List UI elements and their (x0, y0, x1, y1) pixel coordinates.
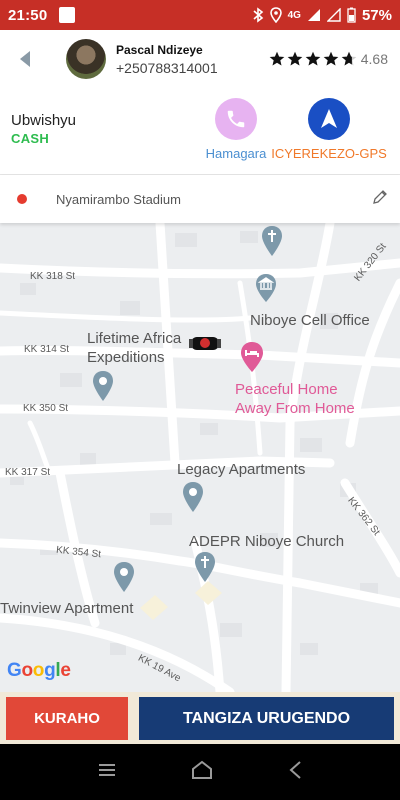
rating-stars (269, 51, 357, 67)
place-label-adepr-church: ADEPR Niboye Church (189, 533, 345, 550)
place-label-line: Lifetime Africa (87, 330, 182, 347)
place-label-niboye-cell: Niboye Cell Office (250, 312, 370, 329)
edit-destination-button[interactable] (372, 189, 388, 210)
driver-phone: +250788314001 (116, 59, 218, 76)
map-view[interactable]: KK 318 St KK 314 St KK 350 St KK 317 St … (0, 223, 400, 692)
back-nav-button[interactable] (288, 760, 302, 785)
back-chevron-icon (289, 760, 301, 779)
street-label: KK 314 St (24, 344, 70, 355)
star-icon (287, 51, 303, 66)
place-label-lifetime-africa: Lifetime Africa Expeditions (87, 329, 181, 367)
gps-navigation-button[interactable]: ICYEREKEZO-GPS (270, 98, 388, 161)
call-label: Hamagara (205, 146, 267, 161)
wifi-signal-icon (326, 8, 341, 22)
star-icon (341, 51, 357, 66)
star-icon (269, 51, 285, 66)
navigation-arrow-icon (321, 109, 337, 128)
status-icons: 4G 57% (252, 7, 392, 24)
driver-avatar (66, 39, 106, 79)
call-button[interactable]: Hamagara (204, 98, 268, 161)
driver-rating: 4.68 (269, 51, 388, 67)
home-icon (191, 760, 212, 779)
destination-marker-icon (17, 194, 27, 204)
trip-screen: 21:50 4G 57% Pascal Ndizeye +25078831400… (0, 0, 400, 800)
destination-row[interactable]: Nyamirambo Stadium (0, 175, 400, 223)
status-bar: 21:50 4G 57% (0, 0, 400, 30)
network-type: 4G (287, 9, 301, 21)
battery-icon (347, 7, 356, 23)
bluetooth-icon (253, 7, 263, 23)
apartments-pin-icon (183, 482, 203, 512)
map-roads (0, 223, 400, 692)
call-circle[interactable] (215, 98, 257, 140)
payment-method: CASH (11, 131, 50, 146)
street-label: KK 317 St (5, 467, 51, 478)
rating-value: 4.68 (360, 51, 388, 67)
place-pin-icon (114, 562, 134, 592)
phone-icon (227, 110, 245, 128)
payment-row: Ubwishyu CASH Hamagara ICYEREKEZO-GPS (0, 88, 400, 170)
place-label-line: Away From Home (235, 400, 355, 417)
church-pin-icon (195, 552, 215, 582)
cancel-button[interactable]: KURAHO (6, 697, 128, 740)
google-logo: Google (7, 660, 71, 681)
signal-icon (307, 9, 320, 21)
location-icon (269, 7, 282, 23)
app-notification-icon (59, 7, 76, 23)
place-label-peaceful-home: Peaceful Home Away From Home (235, 380, 355, 418)
menu-icon (98, 763, 115, 776)
hotel-pin-icon (241, 342, 263, 372)
back-arrow-icon (20, 51, 30, 67)
church-pin-icon (262, 226, 282, 256)
street-label: KK 318 St (30, 271, 76, 282)
star-icon (323, 51, 339, 66)
star-icon (305, 51, 321, 66)
driver-info: Pascal Ndizeye +250788314001 (116, 43, 218, 76)
start-trip-button[interactable]: TANGIZA URUGENDO (139, 697, 394, 740)
driver-name: Pascal Ndizeye (116, 42, 203, 57)
place-label-legacy-apartments: Legacy Apartments (177, 461, 306, 478)
status-time: 21:50 (8, 6, 48, 24)
place-label-line: Expeditions (87, 349, 165, 366)
bottom-action-bar: KURAHO TANGIZA URUGENDO (0, 692, 400, 744)
place-label-line: Peaceful Home (235, 381, 338, 398)
government-pin-icon (256, 274, 276, 302)
back-button[interactable] (0, 30, 50, 88)
gps-circle[interactable] (308, 98, 350, 140)
gps-label: ICYEREKEZO-GPS (271, 146, 387, 161)
destination-text: Nyamirambo Stadium (56, 191, 181, 207)
battery-percentage: 57% (361, 6, 392, 24)
menu-button[interactable] (98, 763, 116, 782)
pencil-icon (373, 189, 387, 204)
system-nav-bar (0, 744, 400, 800)
driver-header: Pascal Ndizeye +250788314001 4.68 (0, 30, 400, 88)
payment-label: Ubwishyu (11, 112, 77, 129)
place-label-twinview: Twinview Apartment (0, 600, 134, 617)
car-marker-icon (189, 337, 221, 350)
street-label: KK 350 St (23, 403, 69, 414)
home-button[interactable] (191, 760, 213, 785)
place-pin-icon (93, 371, 113, 401)
